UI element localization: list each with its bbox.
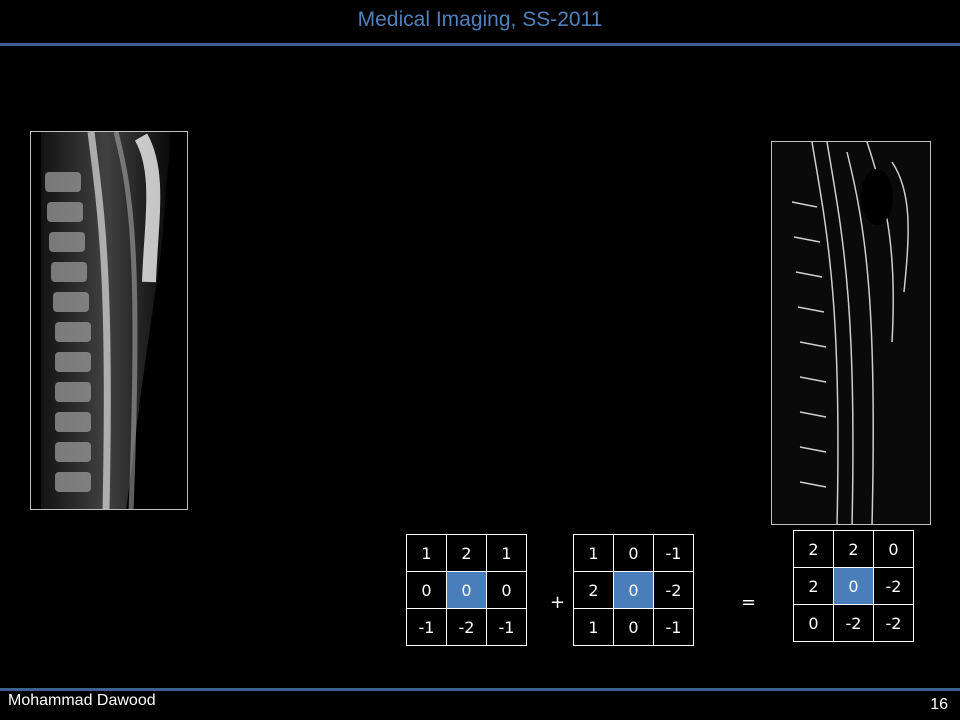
combined-kernel-matrix: 2 2 0 2 0 -2 0 -2 -2 (793, 530, 914, 642)
horizontal-kernel-matrix: 1 2 1 0 0 0 -1 -2 -1 (406, 534, 527, 646)
equals-operator: = (741, 592, 757, 613)
matrix-cell: 0 (793, 604, 834, 642)
original-mri-image (30, 131, 188, 510)
matrix-cell: 0 (406, 571, 447, 609)
matrix-cell: -1 (406, 608, 447, 646)
matrix-cell: 2 (793, 567, 834, 605)
matrix-cell: 1 (486, 534, 527, 572)
matrix-cell: 1 (406, 534, 447, 572)
matrix-cell: 0 (873, 530, 914, 568)
page-number: 16 (930, 696, 948, 713)
footer-divider (0, 688, 960, 691)
vertical-kernel-matrix: 1 0 -1 2 0 -2 1 0 -1 (573, 534, 694, 646)
slide-title: Medical Imaging, SS-2011 (357, 8, 603, 31)
matrix-cell: -2 (446, 608, 487, 646)
matrix-cell: -1 (653, 534, 694, 572)
matrix-cell: 0 (613, 534, 654, 572)
matrix-cell: 2 (446, 534, 487, 572)
matrix-cell: -2 (833, 604, 874, 642)
matrix-cell: 1 (573, 608, 614, 646)
author-name: Mohammad Dawood (8, 692, 156, 709)
matrix-cell: -1 (653, 608, 694, 646)
matrix-center-cell: 0 (446, 571, 487, 609)
matrix-cell: -2 (873, 567, 914, 605)
matrix-cell: 1 (573, 534, 614, 572)
plus-operator: + (550, 592, 566, 613)
matrix-cell: 2 (573, 571, 614, 609)
matrix-cell: 2 (833, 530, 874, 568)
edge-filtered-mri-image (771, 141, 931, 525)
matrix-cell: -1 (486, 608, 527, 646)
matrix-cell: 0 (486, 571, 527, 609)
matrix-center-cell: 0 (833, 567, 874, 605)
matrix-cell: 0 (613, 608, 654, 646)
matrix-cell: -2 (873, 604, 914, 642)
matrix-cell: 2 (793, 530, 834, 568)
matrix-cell: -2 (653, 571, 694, 609)
matrix-center-cell: 0 (613, 571, 654, 609)
header-divider (0, 43, 960, 46)
